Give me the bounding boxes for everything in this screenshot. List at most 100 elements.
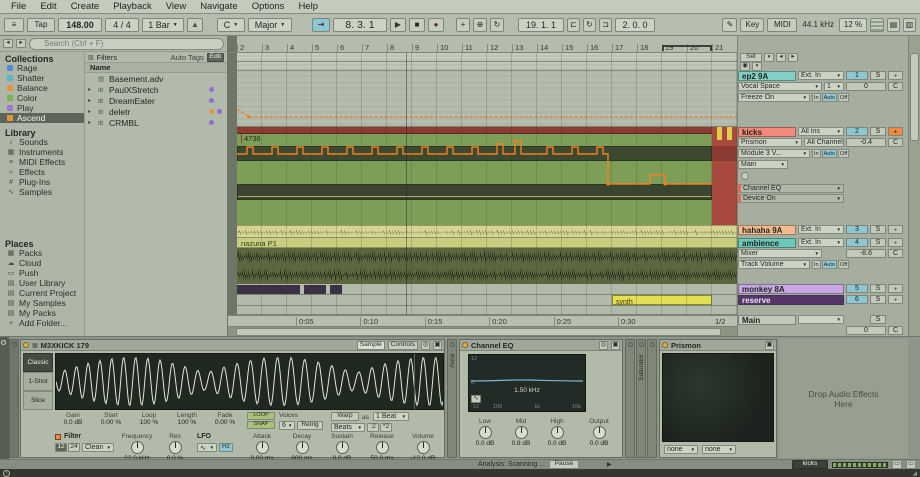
map-icon[interactable]: ◎	[421, 341, 430, 350]
browser-name-header[interactable]: Name	[85, 63, 227, 73]
lfo-wave-dropdown[interactable]: ∿▼	[197, 443, 217, 452]
collection-item[interactable]: Rage	[0, 63, 84, 73]
search-input[interactable]	[29, 38, 224, 50]
fold-icon[interactable]: ▣	[765, 341, 774, 350]
eq-curve-display[interactable]: 120-12 1001k10k 1.50 kHz ∿	[468, 354, 586, 412]
reserve-arm-button[interactable]: ●	[888, 295, 903, 304]
pause-analysis-button[interactable]: Pause	[549, 460, 579, 469]
warp-mode-dropdown[interactable]: Beats▼	[331, 423, 365, 432]
ep2-param-chooser[interactable]: Freeze On▼	[738, 93, 810, 102]
automation-lane-channel-eq[interactable]: Channel EQ▼	[738, 184, 844, 193]
key-root-dropdown[interactable]: C▼	[217, 18, 245, 32]
quantize-dropdown[interactable]: 1 Bar▼	[142, 18, 184, 32]
track-lane-ep2[interactable]	[237, 71, 737, 127]
browser-list-item[interactable]: ▤ Basement.adv	[85, 73, 227, 84]
prismon-display[interactable]	[662, 353, 774, 442]
ambience-solo-button[interactable]: S	[870, 238, 886, 247]
set-locator-button[interactable]: Set	[740, 53, 762, 62]
horizontal-scrollbar-thumb[interactable]	[236, 328, 721, 336]
key-map-button[interactable]: Key	[740, 18, 764, 32]
expand-arrow-icon[interactable]: ▸	[88, 108, 95, 115]
punch-out-icon[interactable]: ⊐	[599, 18, 612, 32]
kicks-pan-field[interactable]: C	[888, 138, 903, 147]
filter-slope-24[interactable]: 24	[68, 443, 80, 452]
filter-toggle[interactable]	[55, 434, 61, 440]
library-item[interactable]: ≡ MIDI Effects	[0, 157, 84, 167]
marker-icon[interactable]: ◉	[740, 62, 750, 71]
track-name-reserve[interactable]: reserve	[738, 295, 844, 305]
library-item[interactable]: ≈ Effects	[0, 167, 84, 177]
tab-sample[interactable]: Sample	[357, 341, 385, 350]
kicks-automation-line[interactable]	[237, 127, 712, 225]
browser-list-item[interactable]: ▸ ⊞ CRMBL	[85, 117, 227, 128]
param-start[interactable]: Start0.00 %	[93, 412, 129, 427]
hahaha-activator[interactable]: 3	[846, 225, 868, 234]
tempo-field[interactable]: 148.00	[58, 18, 102, 32]
empty-lane[interactable]	[237, 306, 737, 315]
eq-mid-knob[interactable]: Mid0.8 dB	[504, 418, 538, 448]
overdub-button[interactable]: ⊕	[473, 18, 487, 32]
hahaha-arm-button[interactable]: ●	[888, 225, 903, 234]
ep2-solo-button[interactable]: S	[870, 71, 886, 80]
kicks-monitor-off[interactable]: Off	[838, 149, 849, 158]
collection-item[interactable]: Play	[0, 103, 84, 113]
prismon-title-bar[interactable]: Prismon ▣	[660, 340, 776, 351]
map-icon[interactable]: ◎	[599, 341, 608, 350]
follow-button[interactable]: ⇥	[312, 18, 330, 32]
main-solo-button[interactable]: S	[870, 315, 886, 324]
next-locator-icon[interactable]: ▸	[788, 53, 798, 62]
eq-low-knob[interactable]: Low0.0 dB	[468, 418, 502, 448]
loop-switch-icon[interactable]: ↻	[583, 18, 596, 32]
menu-item[interactable]: File	[4, 1, 33, 12]
places-item[interactable]: ▤ Current Project	[0, 288, 84, 298]
reserve-solo-button[interactable]: S	[870, 295, 886, 304]
ep2-activator[interactable]: 1	[846, 71, 868, 80]
mode-slice-tab[interactable]: Slice	[23, 391, 53, 410]
menu-item[interactable]: Navigate	[193, 1, 245, 12]
device-view-selector[interactable]	[0, 337, 9, 460]
main-pan-field[interactable]: C	[888, 326, 903, 335]
monkey-activator[interactable]: 5	[846, 284, 868, 293]
warp-toggle[interactable]: Warp	[331, 412, 359, 421]
prev-locator-icon[interactable]: ◂	[776, 53, 786, 62]
menu-item[interactable]: View	[159, 1, 193, 12]
eq-title-bar[interactable]: Channel EQ ◎ ▣	[460, 340, 622, 351]
kicks-device-chooser[interactable]: Prismon▼	[738, 138, 802, 147]
prismon-mod-dropdown-1[interactable]: none▼	[664, 445, 698, 454]
track-lane-hahaha[interactable]	[237, 225, 737, 238]
kicks-input-dropdown[interactable]: All Ins▼	[798, 127, 844, 136]
ambience-clip-body[interactable]	[237, 248, 737, 284]
overview-toggle-icon[interactable]: ▤	[887, 18, 900, 32]
locator-dropdown-icon[interactable]: ▼	[764, 53, 774, 62]
menu-item[interactable]: Playback	[106, 1, 159, 12]
reserve-activator[interactable]: 6	[846, 295, 868, 304]
mode-classic-tab[interactable]: Classic	[23, 353, 53, 372]
search-field[interactable]	[44, 39, 194, 48]
loop-length-field[interactable]: 2. 0. 0	[615, 18, 655, 32]
history-forward-button[interactable]: ▸	[16, 39, 26, 48]
monkey-arm-button[interactable]: ●	[888, 284, 903, 293]
places-item[interactable]: ▦ Packs	[0, 248, 84, 258]
ambience-device-chooser[interactable]: Mixer▼	[738, 249, 822, 258]
auto-tags-label[interactable]: Auto Tags	[171, 53, 204, 62]
ambience-monitor-in[interactable]: In	[812, 260, 821, 269]
ep2-monitor-in[interactable]: In	[812, 93, 821, 102]
tab-controls[interactable]: Controls	[388, 341, 418, 350]
expand-arrow-icon[interactable]: ▸	[88, 119, 95, 126]
places-item[interactable]: ▤ My Packs	[0, 308, 84, 318]
ambience-monitor-off[interactable]: Off	[838, 260, 849, 269]
collection-item[interactable]: Balance	[0, 83, 84, 93]
collapsed-device-saturator[interactable]: Saturator	[636, 339, 646, 458]
main-io-dropdown[interactable]: ▼	[798, 315, 844, 324]
param-loop[interactable]: Loop100 %	[131, 412, 167, 427]
selected-track-badge[interactable]: kicks	[792, 460, 828, 469]
track-name-ambience[interactable]: ambience	[738, 238, 796, 248]
resize-grip-icon[interactable]: ◢	[912, 470, 917, 477]
ep2-pan-field[interactable]: C	[888, 82, 903, 91]
menu-item[interactable]: Options	[245, 1, 292, 12]
ambience-input-dropdown[interactable]: Ext. In▼	[798, 238, 844, 247]
track-name-kicks[interactable]: kicks	[738, 127, 796, 137]
kicks-activator[interactable]: 2	[846, 127, 868, 136]
browser-list-item[interactable]: ▸ ⊞ DreamEater	[85, 95, 227, 106]
ambience-arm-button[interactable]: ●	[888, 238, 903, 247]
